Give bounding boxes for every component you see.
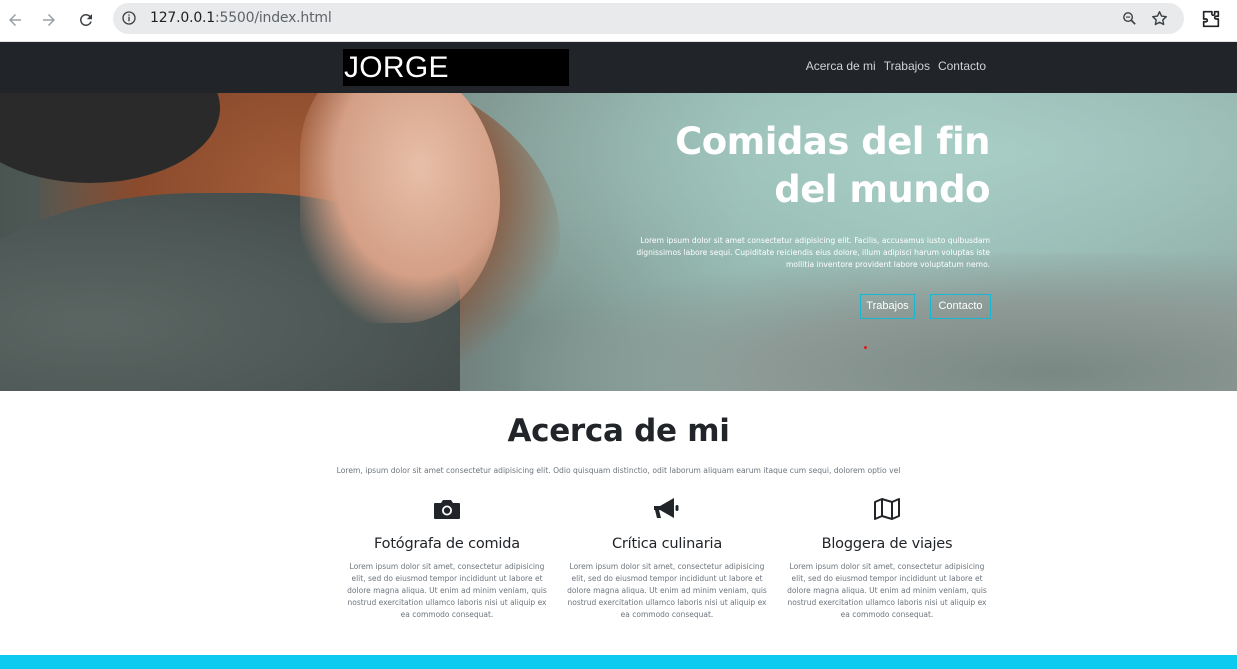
address-bar[interactable]: 127.0.0.1:5500/index.html [113, 3, 1184, 34]
back-button[interactable] [3, 8, 27, 32]
service-title: Crítica culinaria [611, 536, 723, 552]
service-text: Lorem ipsum dolor sit amet, consectetur … [567, 562, 767, 619]
arrow-left-icon [9, 14, 21, 26]
next-section-band [0, 655, 1237, 669]
browser-toolbar: 127.0.0.1:5500/index.html [0, 0, 1237, 42]
hero-trabajos-button[interactable]: Trabajos [860, 294, 915, 319]
service-title: Fotógrafa de comida [374, 536, 520, 552]
reload-icon [79, 13, 92, 26]
nav-link-contacto[interactable]: Contacto [938, 59, 986, 73]
url-text[interactable]: 127.0.0.1:5500/index.html [150, 10, 332, 26]
hero-banner: Comidas del fin del mundo Lorem ipsum do… [0, 93, 1237, 391]
about-title: Acerca de mi [507, 413, 730, 449]
hero-background-hill [520, 253, 1237, 391]
about-subtitle: Lorem, ipsum dolor sit amet consectetur … [336, 466, 901, 475]
brand-logo[interactable]: JORGE MEDINA [343, 49, 569, 121]
hero-title: Comidas del fin del mundo [570, 118, 990, 214]
bookmark-star-icon[interactable] [1150, 9, 1169, 28]
service-column-critic: Crítica culinaria Lorem ipsum dolor sit … [562, 496, 772, 621]
service-text: Lorem ipsum dolor sit amet, consectetur … [787, 562, 987, 619]
site-navbar: JORGE MEDINA Acerca de mi Trabajos Conta… [0, 42, 1237, 121]
forward-button[interactable] [37, 8, 61, 32]
hero-contacto-button[interactable]: Contacto [930, 294, 991, 319]
map-icon [874, 498, 900, 520]
service-column-photographer: Fotógrafa de comida Lorem ipsum dolor si… [342, 496, 552, 621]
reload-button[interactable] [74, 8, 98, 32]
url-host: 127.0.0.1 [150, 10, 215, 26]
site-info-icon[interactable] [121, 10, 137, 26]
service-column-blogger: Bloggera de viajes Lorem ipsum dolor sit… [782, 496, 992, 621]
nav-links: Acerca de mi Trabajos Contacto [806, 59, 986, 73]
nav-link-acerca[interactable]: Acerca de mi [806, 59, 876, 73]
megaphone-icon [654, 498, 679, 518]
service-title: Bloggera de viajes [821, 536, 953, 552]
camera-icon [434, 500, 460, 519]
hero-title-line-2: del mundo [774, 168, 990, 211]
service-text: Lorem ipsum dolor sit amet, consectetur … [347, 562, 547, 619]
hero-description: Lorem ipsum dolor sit amet consectetur a… [636, 236, 990, 269]
cursor-dot [864, 346, 867, 349]
arrow-right-icon [43, 14, 55, 26]
nav-link-trabajos[interactable]: Trabajos [884, 59, 930, 73]
zoom-icon[interactable] [1121, 10, 1138, 27]
hero-title-line-1: Comidas del fin [675, 120, 990, 163]
url-path: :5500/index.html [215, 10, 332, 26]
extensions-puzzle-icon[interactable] [1200, 8, 1222, 30]
hero-photo-face [300, 93, 500, 323]
